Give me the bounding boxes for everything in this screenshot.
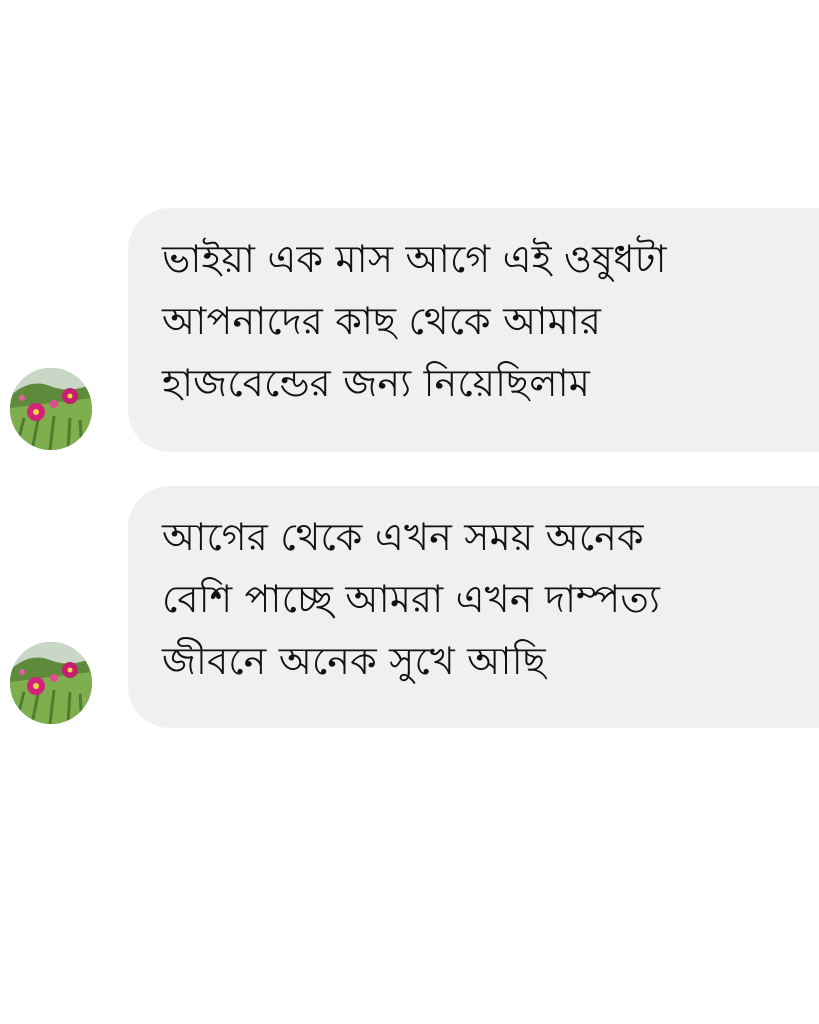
flower-avatar-icon [10,642,92,724]
avatar[interactable] [10,642,92,724]
message-row: আগের থেকে এখন সময় অনেক বেশি পাচ্ছে আমরা… [0,486,819,728]
message-thread: ভাইয়া এক মাস আগে এই ওষুধটা আপনাদের কাছ … [0,0,819,1024]
message-line: জীবনে অনেক সুখে আছি [162,639,546,683]
avatar[interactable] [10,368,92,450]
message-line: বেশি পাচ্ছে আমরা এখন দাম্পত্য [162,577,661,621]
message-line: হাজবেন্ডের জন্য নিয়েছিলাম [162,361,591,405]
message-line: আগের থেকে এখন সময় অনেক [162,515,644,559]
message-line: ভাইয়া এক মাস আগে এই ওষুধটা [162,237,667,281]
message-bubble[interactable]: ভাইয়া এক মাস আগে এই ওষুধটা আপনাদের কাছ … [128,208,819,452]
message-row: ভাইয়া এক মাস আগে এই ওষুধটা আপনাদের কাছ … [0,208,819,452]
message-bubble[interactable]: আগের থেকে এখন সময় অনেক বেশি পাচ্ছে আমরা… [128,486,819,728]
flower-avatar-icon [10,368,92,450]
message-line: আপনাদের কাছ থেকে আমার [162,299,602,343]
